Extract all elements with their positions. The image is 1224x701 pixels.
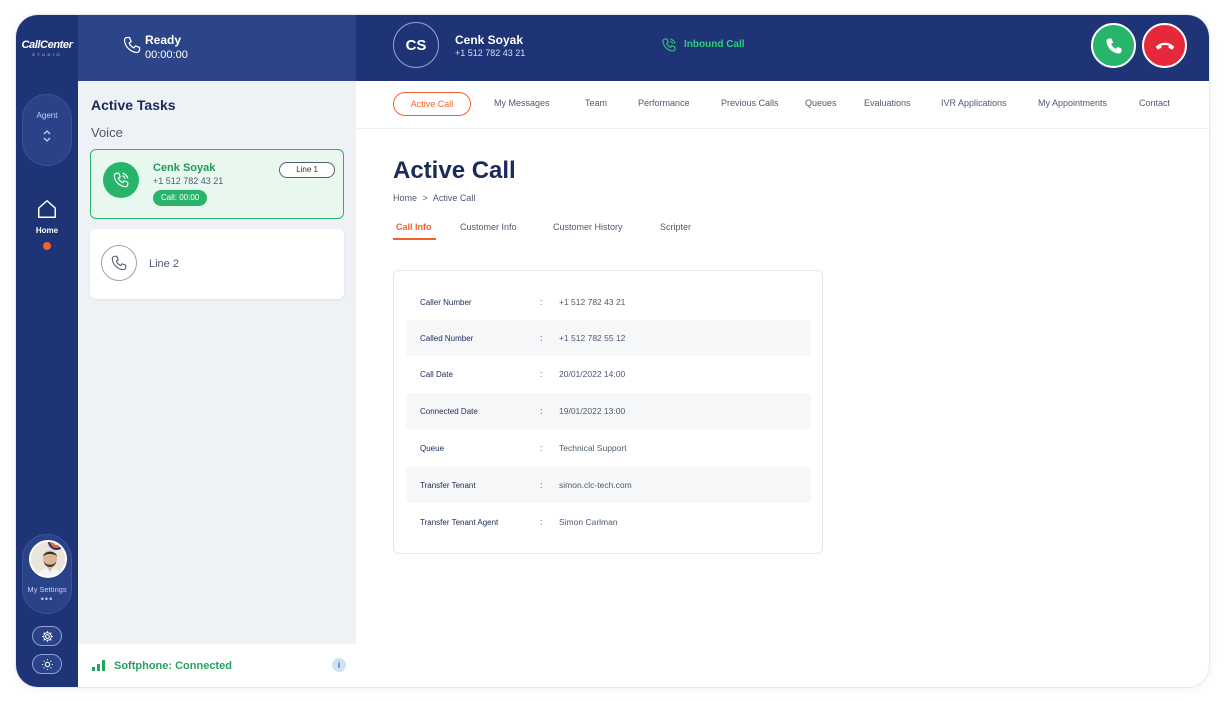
page-title: Active Call <box>393 157 516 184</box>
caller-name: Cenk Soyak <box>455 33 524 47</box>
info-value: simon.clc-tech.com <box>559 480 632 490</box>
tab-contact[interactable]: Contact <box>1139 98 1170 108</box>
line-2-label: Line 2 <box>149 258 179 270</box>
call-info-panel: Caller Number : +1 512 782 43 21 Called … <box>393 270 823 554</box>
info-row: Caller Number : +1 512 782 43 21 <box>420 297 626 307</box>
inbound-call-icon <box>662 38 676 52</box>
task-card-line2[interactable]: Line 2 <box>90 229 344 299</box>
phone-icon <box>1106 38 1121 53</box>
info-row: Transfer Tenant Agent : Simon Carlman <box>420 517 618 527</box>
hangup-call-button[interactable] <box>1142 23 1187 68</box>
tab-my-messages[interactable]: My Messages <box>494 98 550 108</box>
app-window: CallCenter STUDIO Agent Home 3 My Settin… <box>16 15 1209 687</box>
logo-subtext: STUDIO <box>31 52 63 57</box>
agent-selector[interactable]: Agent <box>22 94 72 166</box>
line-1-badge: Line 1 <box>279 162 335 178</box>
subtab-call-info[interactable]: Call Info <box>396 222 432 232</box>
info-label: Transfer Tenant Agent <box>420 518 499 527</box>
caller-avatar: CS <box>393 22 439 68</box>
theme-toggle-button[interactable] <box>32 654 62 674</box>
active-call-icon <box>103 162 139 198</box>
avatar[interactable]: 3 <box>29 540 67 578</box>
info-value: +1 512 782 55 12 <box>559 333 626 343</box>
tab-active-call[interactable]: Active Call <box>393 92 471 116</box>
phone-icon <box>123 36 141 54</box>
agent-label: Agent <box>36 111 58 120</box>
call-timer-badge: Call: 00:00 <box>153 190 208 206</box>
tab-my-appointments[interactable]: My Appointments <box>1038 98 1107 108</box>
call-type: Inbound Call <box>684 39 745 50</box>
home-label: Home <box>35 226 59 235</box>
subtab-scripter[interactable]: Scripter <box>660 222 691 232</box>
tab-ivr-applications[interactable]: IVR Applications <box>941 98 1007 108</box>
accept-call-button[interactable] <box>1091 23 1136 68</box>
nav-home[interactable]: Home <box>16 198 78 250</box>
info-row: Queue : Technical Support <box>420 443 627 453</box>
info-value: +1 512 782 43 21 <box>559 297 626 307</box>
info-value: Technical Support <box>559 443 627 453</box>
softphone-status: Softphone: Connected <box>114 660 232 672</box>
info-icon[interactable]: i <box>332 658 346 672</box>
info-label: Call Date <box>420 370 453 379</box>
subtab-customer-history[interactable]: Customer History <box>553 222 623 232</box>
info-row: Connected Date : 19/01/2022 13:00 <box>406 393 811 429</box>
info-label: Transfer Tenant <box>420 481 476 490</box>
info-row: Call Date : 20/01/2022 14:00 <box>420 369 626 379</box>
agent-state: Ready <box>145 33 182 47</box>
hangup-icon <box>1155 42 1174 50</box>
agent-timer: 00:00:00 <box>145 49 188 61</box>
breadcrumb-home[interactable]: Home <box>393 193 417 203</box>
breadcrumb-separator: > <box>422 193 428 203</box>
task-caller-number: +1 512 782 43 21 <box>153 176 224 186</box>
agent-status-header: Ready 00:00:00 <box>78 15 356 81</box>
voice-section-label: Voice <box>91 125 123 140</box>
main-nav: Active Call My Messages Team Performance… <box>356 81 1209 129</box>
info-value: 19/01/2022 13:00 <box>559 406 626 416</box>
updown-chevron-icon <box>43 130 51 143</box>
gear-icon <box>41 630 53 642</box>
tab-team[interactable]: Team <box>585 98 607 108</box>
breadcrumb-current: Active Call <box>432 193 476 203</box>
call-header: CS Cenk Soyak +1 512 782 43 21 Inbound C… <box>356 15 1209 81</box>
info-label: Caller Number <box>420 298 472 307</box>
breadcrumb: Home > Active Call <box>393 193 478 203</box>
info-label: Queue <box>420 444 445 453</box>
task-card-line1[interactable]: Cenk Soyak +1 512 782 43 21 Call: 00:00 … <box>90 149 344 219</box>
gear-button[interactable] <box>32 626 62 646</box>
sun-icon <box>41 658 53 670</box>
sidebar: CallCenter STUDIO Agent Home 3 My Settin… <box>16 15 78 687</box>
tab-performance[interactable]: Performance <box>638 98 690 108</box>
settings-label: My Settings <box>27 585 67 594</box>
tab-queues[interactable]: Queues <box>805 98 837 108</box>
info-value: 20/01/2022 14:00 <box>559 369 626 379</box>
home-icon <box>38 200 56 218</box>
info-row: Transfer Tenant : simon.clc-tech.com <box>406 467 811 503</box>
subtab-customer-info[interactable]: Customer Info <box>460 222 517 232</box>
softphone-status-bar: Softphone: Connected i <box>78 643 356 687</box>
info-row: Called Number : +1 512 782 55 12 <box>406 320 811 356</box>
info-label: Called Number <box>420 334 474 343</box>
logo: CallCenter STUDIO <box>16 15 78 81</box>
tab-previous-calls[interactable]: Previous Calls <box>721 98 779 108</box>
info-value: Simon Carlman <box>559 517 618 527</box>
active-indicator-dot <box>43 242 51 250</box>
info-label: Connected Date <box>420 407 478 416</box>
more-icon[interactable]: ••• <box>23 594 71 604</box>
tab-evaluations[interactable]: Evaluations <box>864 98 911 108</box>
logo-text: CallCenter <box>21 39 73 51</box>
phone-icon <box>101 245 137 281</box>
active-tasks-title: Active Tasks <box>91 97 176 113</box>
signal-icon <box>92 660 105 671</box>
task-caller-name: Cenk Soyak <box>153 162 216 174</box>
main-content: Active Call Home > Active Call Call Info… <box>356 129 1209 687</box>
my-settings[interactable]: 3 My Settings ••• <box>22 534 72 614</box>
caller-number: +1 512 782 43 21 <box>455 48 526 58</box>
active-subtab-indicator <box>393 238 436 240</box>
active-tasks-panel: Active Tasks Voice Cenk Soyak +1 512 782… <box>78 81 356 687</box>
